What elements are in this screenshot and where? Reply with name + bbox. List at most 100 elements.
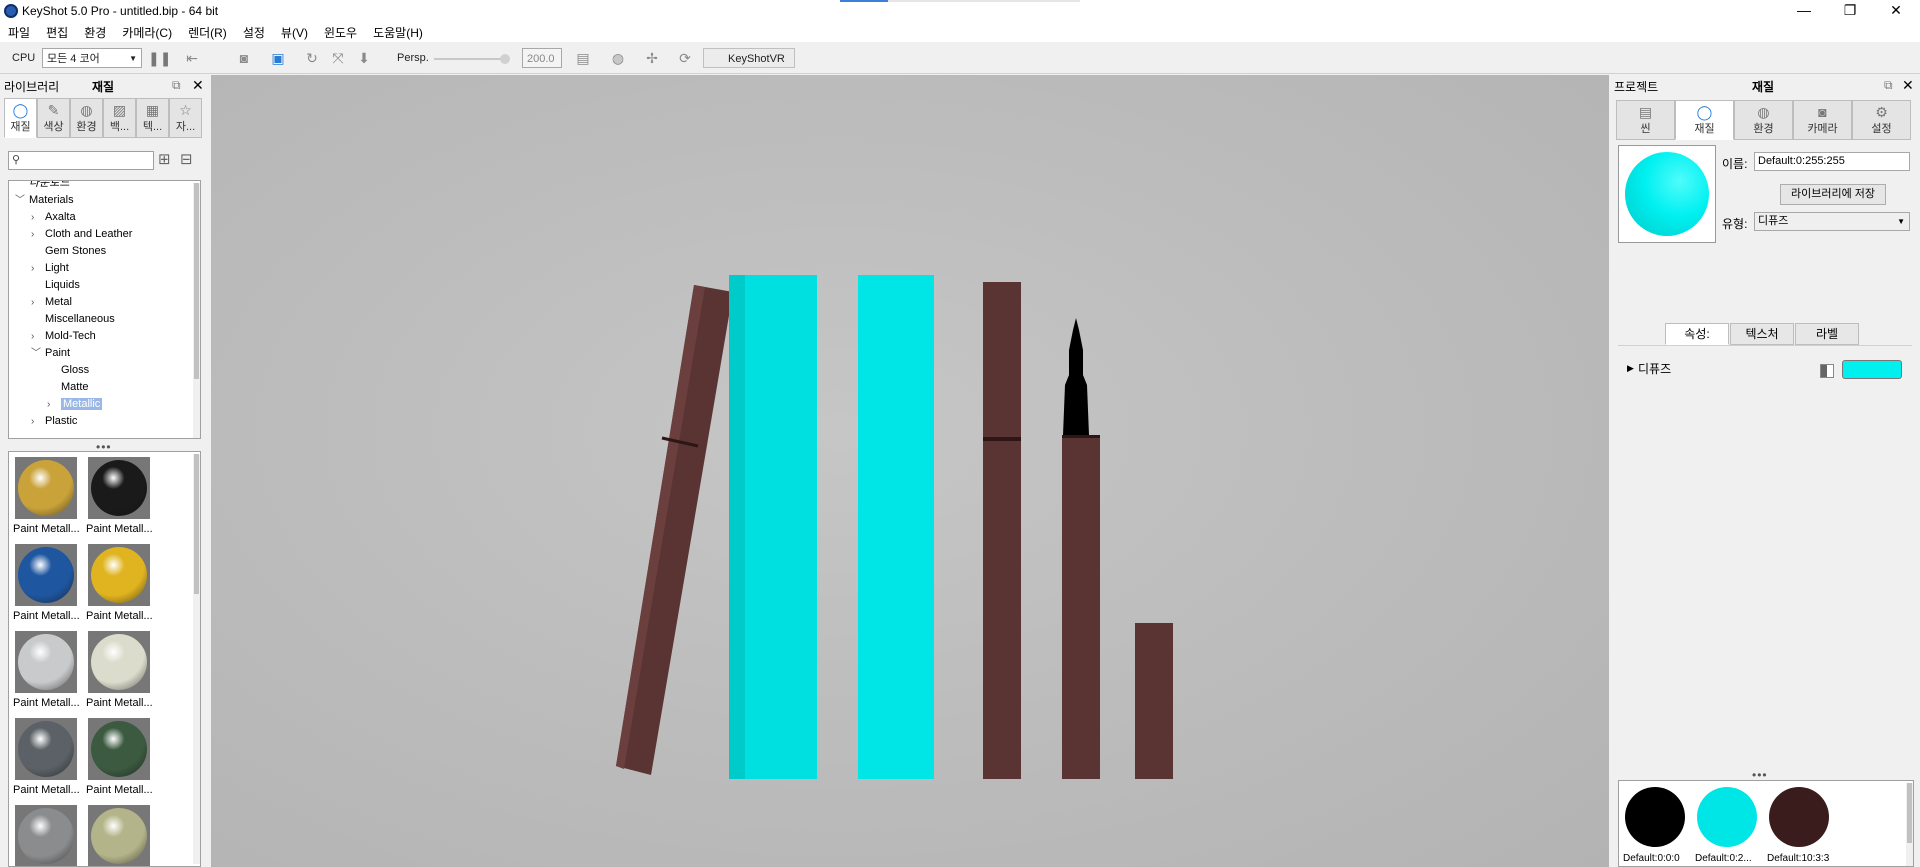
tab-favorites[interactable]: ☆ 자... [169,98,202,138]
close-panel-icon[interactable]: ✕ [192,77,204,94]
scene-material-swatch[interactable] [1697,787,1757,847]
add-folder-icon[interactable]: ⊞ [158,150,171,168]
tree-item[interactable]: › Plastic [31,413,77,430]
material-thumbnail[interactable]: Paint Metall... [84,715,153,797]
drop-icon[interactable]: ⬇ [354,48,374,68]
diffuse-color-swatch[interactable] [1842,360,1902,379]
tab-backplates[interactable]: ▨ 백... [103,98,136,138]
scene-material-swatch[interactable] [1625,787,1685,847]
tree-item[interactable]: ﹀ Materials [15,192,74,209]
tree-item[interactable]: › Light [31,260,69,277]
tab-camera[interactable]: ◙ 카메라 [1793,100,1852,140]
tree-item[interactable]: Miscellaneous [31,311,115,328]
material-thumbnail[interactable]: Paint Metall... [84,628,153,710]
fit-icon[interactable]: ⤧ [328,48,348,68]
move-icon[interactable]: ✢ [642,48,662,68]
pause-icon[interactable]: ❚❚ [148,48,171,68]
tree-item[interactable]: ﹀ Paint [31,345,70,362]
tree-item[interactable]: › Metal [31,294,72,311]
open-folder-icon[interactable]: ⊟ [180,150,193,168]
material-thumbnail[interactable]: Paint Metall... [84,802,150,866]
float-panel-icon[interactable]: ⧉ [1884,78,1893,93]
tree-scrollbar[interactable] [193,183,200,438]
slider-handle[interactable] [500,54,510,64]
library-search-input[interactable]: ⚲ [8,151,154,170]
geometry-icon[interactable]: ◍ [608,48,628,68]
lock-icon[interactable]: ▣ [268,48,288,68]
save-to-library-button[interactable]: 라이브러리에 저장 [1780,184,1886,205]
thumbnail-scrollbar[interactable] [193,454,200,864]
material-thumbnail-label: Paint Metall... [13,784,80,796]
tree-item[interactable]: › Mold-Tech [31,328,96,345]
menu-edit[interactable]: 편집 [38,22,76,42]
close-panel-icon[interactable]: ✕ [1902,77,1914,94]
texture-map-icon[interactable] [1820,364,1834,378]
chevron-right-icon[interactable]: › [31,226,45,243]
material-thumbnail[interactable]: Paint Metall... [11,541,80,623]
menu-render[interactable]: 렌더(R) [180,22,235,42]
turntable-icon[interactable]: ⟳ [675,48,695,68]
tab-textures[interactable]: ▦ 텍... [136,98,169,138]
menu-environment[interactable]: 환경 [76,22,114,42]
project-panel: 프로젝트 재질 ⧉ ✕ ▤ 씬 ◯ 재질 ◍ 환경 ◙ 카메라 ⚙ 설정 이름: Defa… [1610,75,1920,867]
menu-camera[interactable]: 카메라(C) [114,22,180,42]
chevron-right-icon[interactable]: › [31,413,45,430]
float-panel-icon[interactable]: ⧉ [172,78,181,93]
material-thumbnail[interactable]: Paint Metall... [11,454,80,536]
tab-settings[interactable]: ⚙ 설정 [1852,100,1911,140]
screenshot-icon[interactable]: ◙ [234,48,254,68]
list-icon: ▤ [1638,104,1653,120]
tree-item[interactable]: Gem Stones [31,243,106,260]
subtab-properties[interactable]: 속성: [1665,323,1729,345]
material-thumbnail[interactable]: Paint Metall... [11,628,80,710]
chevron-right-icon[interactable]: › [31,209,45,226]
focal-length-input[interactable]: 200.0 [522,48,562,68]
close-window-button[interactable]: ✕ [1873,0,1919,22]
tab-material[interactable]: ◯ 재질 [1675,100,1734,140]
menu-help[interactable]: 도움말(H) [365,22,431,42]
material-thumbnail[interactable]: Paint Metall... [11,715,80,797]
chevron-right-icon[interactable]: › [31,260,45,277]
menu-view[interactable]: 뷰(V) [273,22,316,42]
region-icon[interactable]: ▤ [573,48,593,68]
menu-settings[interactable]: 설정 [235,22,273,42]
material-type-select[interactable]: 디퓨즈 ▼ [1754,212,1910,231]
tab-environments[interactable]: ◍ 환경 [70,98,103,138]
menu-file[interactable]: 파일 [0,22,38,42]
reset-icon[interactable]: ↻ [302,48,322,68]
material-thumbnail[interactable]: Paint Metall... [84,454,153,536]
cpu-cores-select[interactable]: 모든 4 코어 ▼ [42,48,142,68]
chevron-right-icon[interactable]: › [47,396,61,413]
subtab-label[interactable]: 라벨 [1795,323,1859,345]
tree-item-label: 다운로드 [29,180,70,189]
expand-arrow-icon[interactable]: ▶ [1627,363,1634,374]
tree-item[interactable]: Liquids [31,277,80,294]
materials-scrollbar[interactable] [1906,783,1913,866]
scene-material-swatch[interactable] [1769,787,1829,847]
chevron-down-icon[interactable]: ﹀ [31,345,45,362]
focal-length-slider[interactable] [434,58,506,60]
keyshotvr-button[interactable]: KeyShotVR [703,48,795,68]
subtab-texture[interactable]: 텍스처 [1730,323,1794,345]
render-viewport[interactable] [211,75,1609,867]
minimize-button[interactable]: — [1781,0,1827,22]
tree-item[interactable]: › Axalta [31,209,76,226]
menu-window[interactable]: 윈도우 [316,22,365,42]
tree-item[interactable]: Matte [47,379,89,396]
tree-item[interactable]: Gloss [47,362,89,379]
tab-colors[interactable]: ✎ 색상 [37,98,70,138]
tab-environment[interactable]: ◍ 환경 [1734,100,1793,140]
chevron-right-icon[interactable]: › [31,328,45,345]
import-icon[interactable]: ⇤ [182,48,202,68]
chevron-right-icon[interactable]: › [31,294,45,311]
tree-item[interactable]: › Cloth and Leather [31,226,132,243]
material-thumbnail[interactable]: Paint Metall... [11,802,77,866]
tab-scene[interactable]: ▤ 씬 [1616,100,1675,140]
maximize-button[interactable]: ❐ [1827,0,1873,22]
tree-item[interactable]: › Metallic [47,396,103,413]
material-thumbnail[interactable]: Paint Metall... [84,541,153,623]
tab-materials[interactable]: ◯ 재질 [4,98,37,138]
tree-item[interactable]: 다운로드 [15,180,70,192]
chevron-down-icon[interactable]: ﹀ [15,192,29,209]
material-name-input[interactable]: Default:0:255:255 [1754,152,1910,171]
